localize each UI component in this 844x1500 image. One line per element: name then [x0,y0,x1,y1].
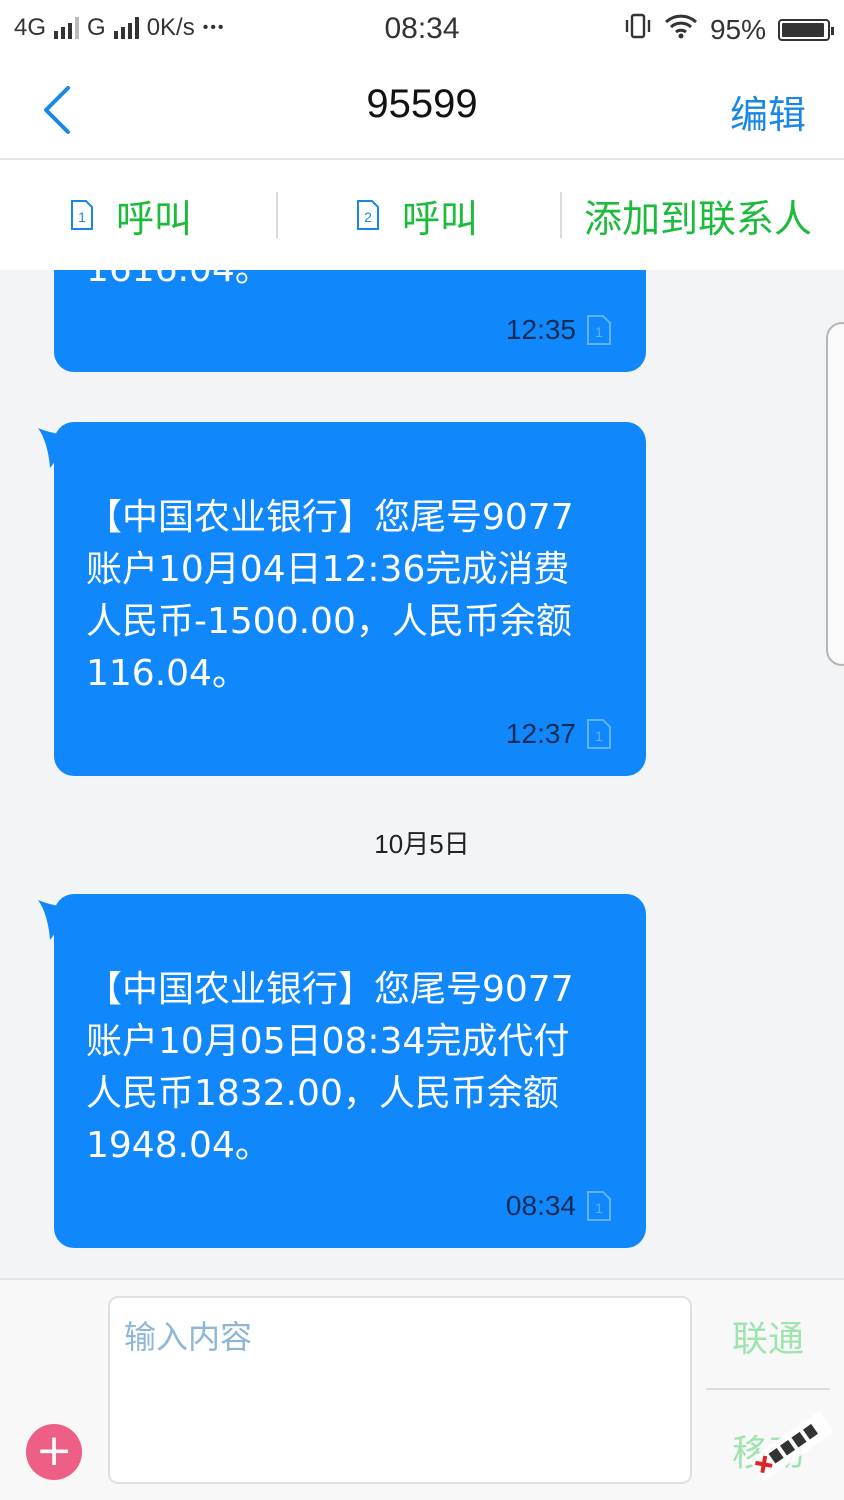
call-sim1-label: 呼叫 [116,196,193,241]
divider [560,192,562,238]
svg-text:1: 1 [78,209,86,225]
message-text: 【中国农业银行】您尾号9077 账户10月05日08:34完成代付 人民币183… [86,964,606,1172]
wifi-icon [664,13,698,46]
message-thread[interactable]: 1616.04。 12:35 1 【中国农业银行】您尾号9077 账户10月04… [0,270,844,1278]
svg-text:2: 2 [364,209,372,225]
call-sim1-button[interactable]: 1 呼叫 [70,190,193,241]
sim1-icon: 1 [587,719,611,749]
message-meta: 12:37 1 [506,718,612,750]
composer: + 输入内容 联通 移动 [0,1278,844,1500]
message-line: 人民币-1500.00，人民币余额 [86,601,572,642]
message-line: 账户10月05日08:34完成代付 [86,1021,570,1062]
divider [706,1388,830,1390]
message-time: 12:35 [505,314,576,345]
battery-percent: 95% [709,13,766,45]
sim2-icon: 2 [357,200,379,230]
message-meta: 08:34 1 [506,1190,612,1222]
message-text: 1616.04。 [86,270,606,296]
conversation-header: 95599 编辑 [0,60,844,160]
message-line: 【中国农业银行】您尾号9077 [86,497,574,538]
sim1-icon: 1 [587,315,611,345]
bubble-tail [38,428,74,468]
message-time: 08:34 [505,1190,576,1221]
status-bar: 4G G 0K/s ••• 08:34 95% [0,0,844,60]
send-unicom-button[interactable]: 联通 [706,1310,830,1362]
call-sim2-button[interactable]: 2 呼叫 [356,190,479,241]
add-contact-label: 添加到联系人 [584,196,813,241]
battery-fill [782,22,824,37]
watermark-logo [748,1410,835,1482]
page-title: 95599 [366,82,478,126]
message-meta: 12:35 1 [506,314,612,346]
message-input[interactable]: 输入内容 [108,1296,692,1484]
add-contact-button[interactable]: 添加到联系人 [584,190,813,241]
date-separator: 10月5日 [374,829,470,859]
battery-icon [778,18,834,41]
message-input-placeholder: 输入内容 [124,1318,253,1356]
message-line: 116.04。 [86,653,248,694]
edit-button[interactable]: 编辑 [730,84,806,139]
message-line: 人民币1832.00，人民币余额 [86,1073,559,1114]
add-attachment-button[interactable]: + [26,1424,82,1480]
call-sim2-label: 呼叫 [402,196,479,241]
message-time: 12:37 [505,718,576,749]
bubble-tail [38,900,74,940]
divider [276,192,278,238]
message-bubble[interactable]: 【中国农业银行】您尾号9077 账户10月04日12:36完成消费 人民币-15… [38,422,646,776]
message-line: 【中国农业银行】您尾号9077 [86,969,574,1010]
message-line: 1948.04。 [86,1125,271,1166]
message-bubble[interactable]: 【中国农业银行】您尾号9077 账户10月05日08:34完成代付 人民币183… [38,894,646,1248]
scrollbar-handle[interactable] [826,322,844,666]
message-line: 账户10月04日12:36完成消费 [86,549,570,590]
status-right: 95% [624,12,834,47]
sim1-icon: 1 [71,200,93,230]
sim1-icon: 1 [587,1191,611,1221]
svg-text:1: 1 [595,728,603,744]
contact-action-bar: 1 呼叫 2 呼叫 添加到联系人 [0,160,844,270]
message-text: 【中国农业银行】您尾号9077 账户10月04日12:36完成消费 人民币-15… [86,492,606,700]
vibrate-icon [624,12,652,47]
message-bubble[interactable]: 1616.04。 12:35 1 [54,270,646,372]
svg-text:1: 1 [595,324,603,340]
svg-text:1: 1 [595,1200,603,1216]
